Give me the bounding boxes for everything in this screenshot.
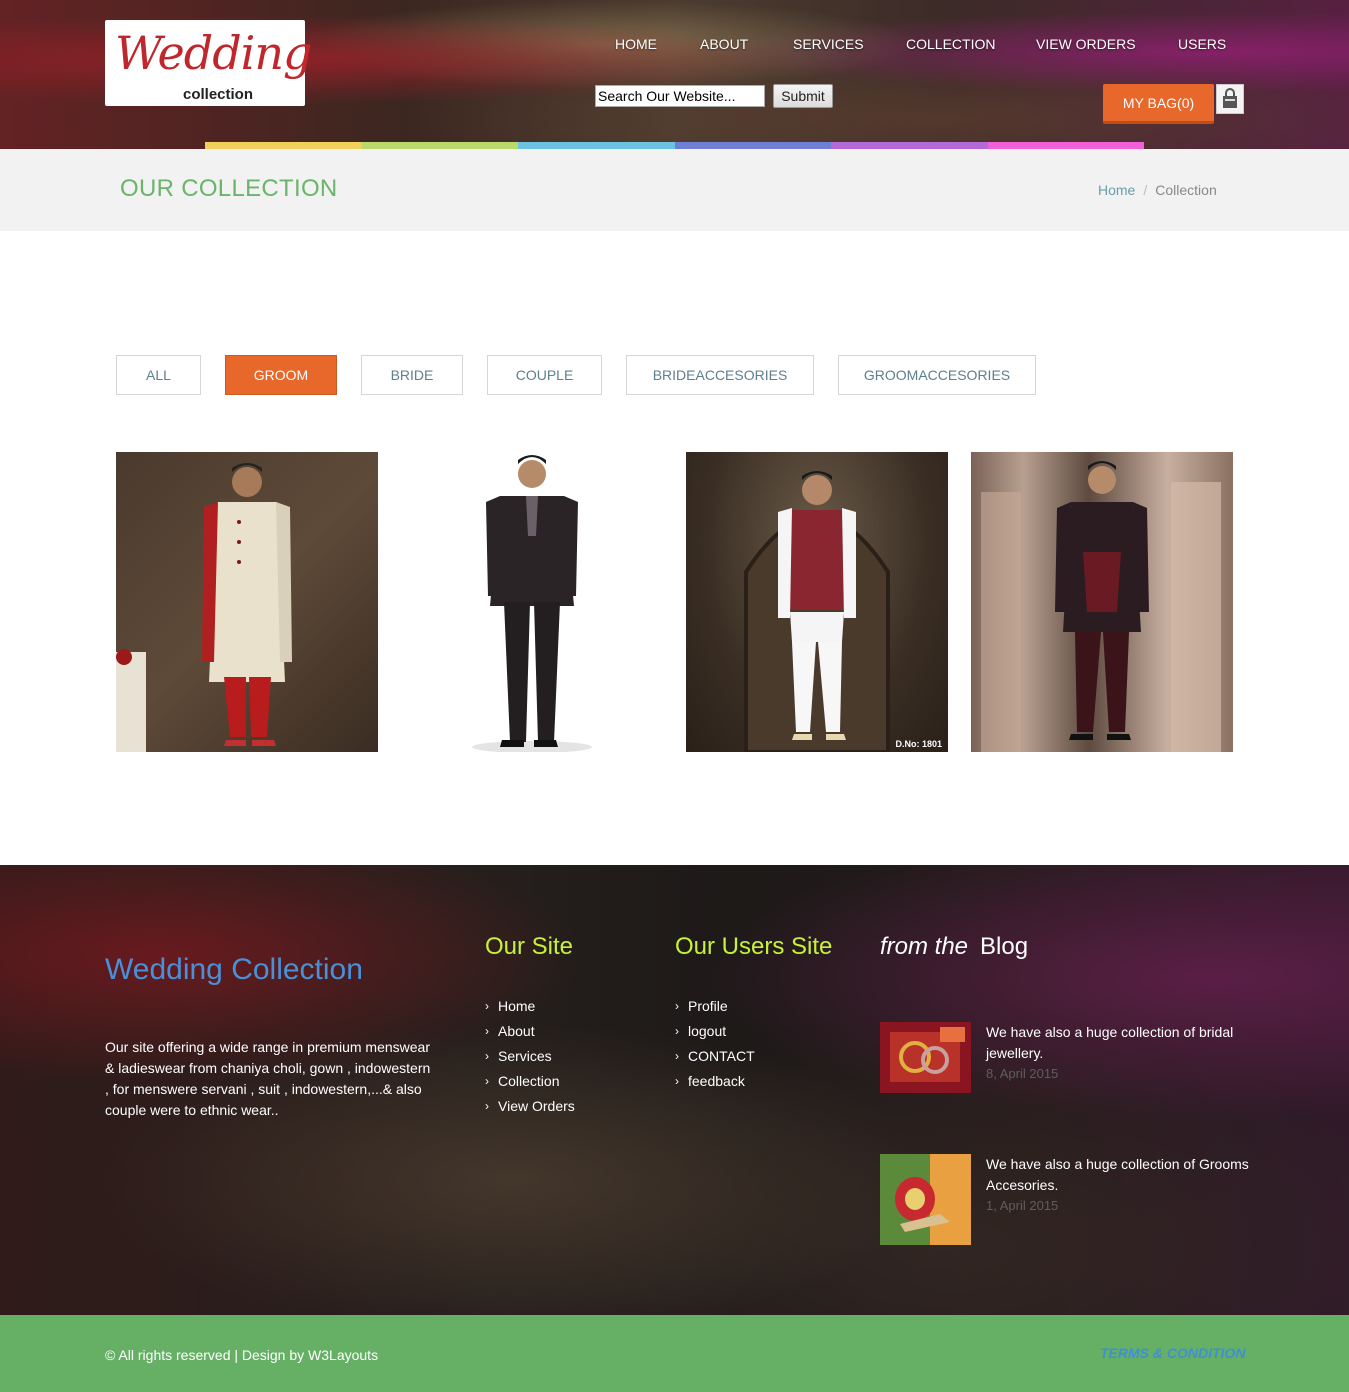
blog-post-date: 8, April 2015 [986, 1066, 1059, 1081]
chevron-right-icon: › [485, 1023, 489, 1038]
search-submit-button[interactable]: Submit [773, 84, 833, 108]
search-input[interactable] [595, 85, 765, 107]
footer-link-feedback[interactable]: › feedback [675, 1068, 755, 1093]
nav-item-view-orders[interactable]: VIEW ORDERS [1036, 36, 1136, 52]
color-stripe-segment [205, 142, 362, 149]
blog-post[interactable]: We have also a huge collection of Grooms… [880, 1154, 1250, 1245]
page-title: OUR COLLECTION [120, 175, 338, 202]
main-nav: HOME ABOUT SERVICES COLLECTION VIEW ORDE… [0, 36, 1349, 56]
copyright-text: © All rights reserved | Design by W3Layo… [105, 1347, 379, 1363]
blog-post-text: We have also a huge collection of Grooms… [986, 1156, 1249, 1193]
breadcrumb-current: Collection [1155, 182, 1217, 198]
footer-link-label: logout [688, 1022, 727, 1039]
chevron-right-icon: › [675, 1073, 679, 1088]
footer: Wedding Collection Our site offering a w… [0, 865, 1349, 1315]
blog-thumbnail-accesories[interactable] [880, 1154, 971, 1245]
footer-link-label: Home [498, 997, 536, 1014]
copyright-bar: © All rights reserved | Design by W3Layo… [0, 1315, 1349, 1392]
nav-item-collection[interactable]: COLLECTION [906, 36, 995, 52]
logo-subtitle: collection [183, 86, 254, 103]
breadcrumb-separator: / [1143, 182, 1148, 198]
footer-link-collection[interactable]: › Collection [485, 1068, 575, 1093]
footer-blog-heading: from the Blog [880, 933, 1028, 961]
color-stripe-segment [361, 142, 518, 149]
footer-link-label: About [498, 1022, 535, 1039]
my-bag-button[interactable]: MY BAG(0) [1103, 84, 1214, 124]
chevron-right-icon: › [485, 998, 489, 1013]
footer-link-logout[interactable]: › logout [675, 1018, 755, 1043]
footer-link-label: Profile [688, 997, 728, 1014]
blog-post-text: We have also a huge collection of bridal… [986, 1024, 1234, 1061]
header-banner: Wedding collection HOME ABOUT SERVICES C… [0, 0, 1349, 149]
footer-our-site-links: › Home › About › Services › Collection › View… [485, 993, 575, 1118]
footer-link-profile[interactable]: › Profile [675, 993, 755, 1018]
filter-bride-button[interactable]: BRIDE [361, 355, 463, 395]
terms-link[interactable]: TERMS & CONDITION [1100, 1345, 1245, 1361]
nav-item-home[interactable]: HOME [615, 36, 657, 52]
footer-link-label: CONTACT [688, 1047, 755, 1064]
footer-link-label: Collection [498, 1072, 560, 1089]
filter-couple-button[interactable]: COUPLE [487, 355, 602, 395]
footer-link-home[interactable]: › Home [485, 993, 575, 1018]
chevron-right-icon: › [675, 1048, 679, 1063]
blog-heading-text: Blog [980, 933, 1029, 960]
filter-groom-accesories-button[interactable]: GROOMACCESORIES [838, 355, 1036, 395]
product-caption: D.No: 1801 [895, 739, 942, 749]
footer-link-label: View Orders [498, 1097, 575, 1114]
nav-item-about[interactable]: ABOUT [700, 36, 748, 52]
site-logo[interactable]: Wedding collection [105, 20, 312, 106]
nav-item-users[interactable]: USERS [1178, 36, 1226, 52]
color-stripe [205, 142, 1144, 149]
footer-our-site-heading: Our Site [485, 933, 574, 960]
footer-link-services[interactable]: › Services [485, 1043, 575, 1068]
blog-post-date: 1, April 2015 [986, 1198, 1059, 1213]
footer-link-contact[interactable]: › CONTACT [675, 1043, 755, 1068]
product-image-black-sherwani[interactable] [971, 452, 1233, 752]
product-image-black-suit[interactable] [404, 452, 666, 752]
footer-link-label: feedback [688, 1072, 745, 1089]
footer-users-site-links: › Profile › logout › CONTACT › feedback [675, 993, 755, 1093]
filter-bride-accesories-button[interactable]: BRIDEACCESORIES [626, 355, 814, 395]
blog-heading-italic: from the [880, 933, 969, 960]
footer-brand-title: Wedding Collection [105, 953, 363, 986]
footer-link-view-orders[interactable]: › View Orders [485, 1093, 575, 1118]
product-image-cream-sherwani[interactable] [116, 452, 378, 752]
footer-link-label: Services [498, 1047, 552, 1064]
footer-users-site-heading: Our Users Site [675, 933, 833, 960]
chevron-right-icon: › [675, 1023, 679, 1038]
footer-about-text: Our site offering a wide range in premiu… [105, 1039, 431, 1118]
footer-link-about[interactable]: › About [485, 1018, 575, 1043]
breadcrumb-home-link[interactable]: Home [1098, 182, 1135, 198]
product-image-maroon-jacket[interactable]: D.No: 1801 [686, 452, 948, 752]
filter-all-button[interactable]: ALL [116, 355, 201, 395]
breadcrumb: Home / Collection [1098, 182, 1217, 198]
nav-item-services[interactable]: SERVICES [793, 36, 864, 52]
color-stripe-segment [987, 142, 1144, 149]
color-stripe-segment [674, 142, 831, 149]
blog-thumbnail-jewellery[interactable] [880, 1022, 971, 1093]
chevron-right-icon: › [485, 1098, 489, 1113]
chevron-right-icon: › [485, 1073, 489, 1088]
bag-icon[interactable] [1216, 84, 1244, 114]
blog-post[interactable]: We have also a huge collection of bridal… [880, 1022, 1250, 1094]
color-stripe-segment [518, 142, 675, 149]
chevron-right-icon: › [675, 998, 679, 1013]
filter-groom-button[interactable]: GROOM [225, 355, 337, 395]
chevron-right-icon: › [485, 1048, 489, 1063]
color-stripe-segment [831, 142, 988, 149]
